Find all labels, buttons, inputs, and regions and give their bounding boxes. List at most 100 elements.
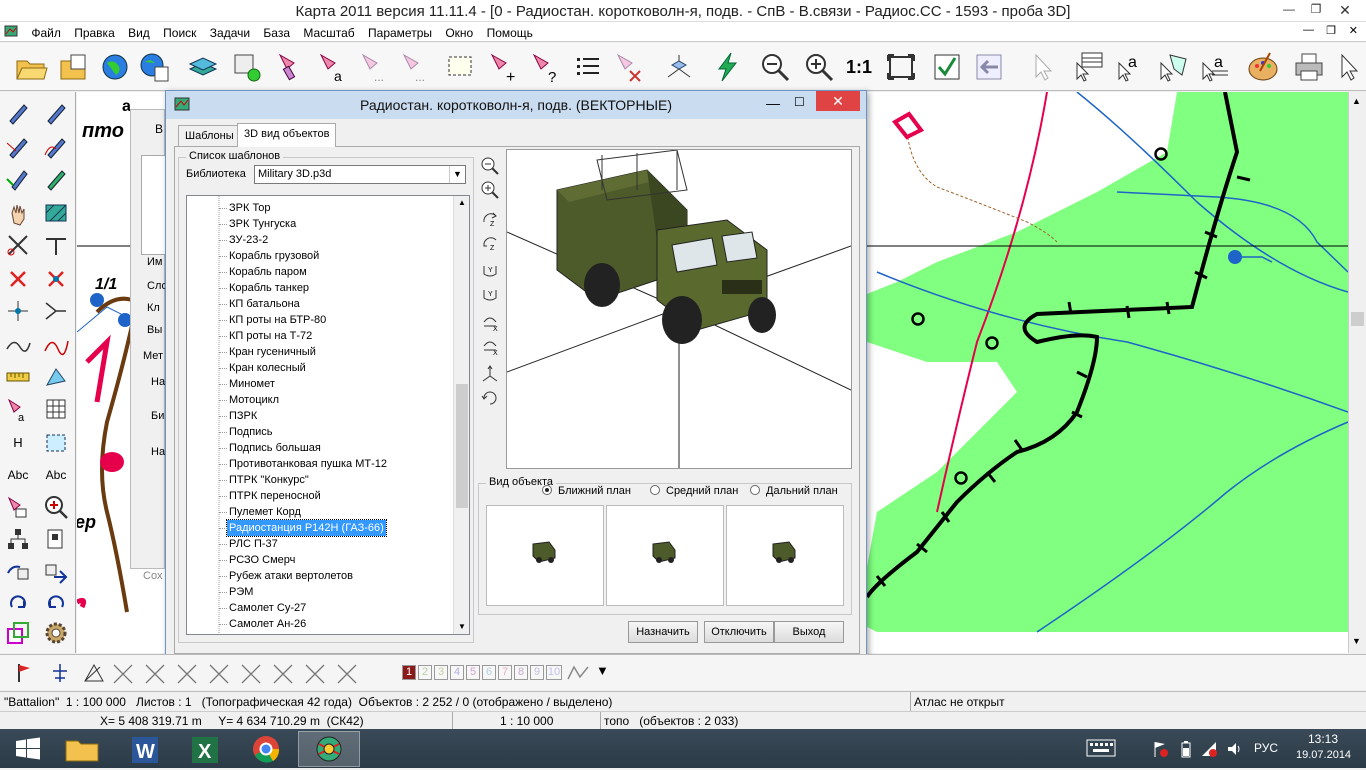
toolbar-more-icon[interactable] (1336, 49, 1364, 85)
list-item[interactable]: Пулемет Корд (227, 504, 303, 520)
pencil-alt-icon[interactable] (40, 98, 72, 128)
chrome-icon[interactable] (238, 731, 294, 767)
menu-database[interactable]: База (258, 23, 295, 40)
pencil-line-icon[interactable] (2, 132, 34, 162)
well-marker[interactable] (1228, 250, 1242, 264)
polygon-pointer-icon[interactable] (1156, 49, 1190, 85)
assign-button[interactable]: Назначить (628, 621, 698, 643)
list-item[interactable]: Самолет Ил-76 (227, 632, 309, 634)
flag-icon[interactable] (14, 661, 38, 688)
list-item[interactable]: ПЗРК (227, 408, 259, 424)
pointer-icon[interactable] (1024, 49, 1058, 85)
excel-icon[interactable]: X (178, 731, 234, 767)
print-icon[interactable] (1292, 49, 1326, 85)
menu-scale[interactable]: Масштаб (298, 23, 359, 40)
list-item[interactable]: РЭМ (227, 584, 255, 600)
reset-view-icon[interactable] (478, 387, 502, 409)
flag-tray-icon[interactable] (1152, 740, 1168, 761)
start-button[interactable] (0, 731, 56, 767)
list-scrollbar[interactable]: ▲ ▼ (453, 196, 469, 634)
language-indicator[interactable]: РУС (1254, 741, 1278, 755)
list-item[interactable]: Противотанковая пушка МТ-12 (227, 456, 389, 472)
radio-middle-plan-indicator[interactable] (650, 485, 660, 495)
radio-near-plan[interactable]: Ближний план (542, 485, 631, 497)
list-item[interactable]: КП роты на БТР-80 (227, 312, 328, 328)
select-text-tool-icon[interactable]: a (2, 394, 34, 424)
keyboard-icon[interactable] (1086, 739, 1116, 760)
list-item[interactable]: Подпись (227, 424, 275, 440)
list-item[interactable]: Корабль грузовой (227, 248, 321, 264)
child-minimize[interactable]: — (1303, 24, 1314, 36)
disabled-tool-icon[interactable] (174, 663, 200, 685)
maximize-button[interactable]: ❐ (1303, 2, 1329, 18)
rotate-y-left-icon[interactable]: Y (478, 259, 502, 281)
zoom-add-icon[interactable] (40, 492, 72, 522)
delete-point-icon[interactable] (40, 264, 72, 294)
rotate-z-right-icon[interactable]: Z (478, 231, 502, 253)
copy-frame-icon[interactable] (2, 618, 34, 648)
open-globe-icon[interactable] (98, 49, 132, 85)
pencil-icon[interactable] (2, 98, 34, 128)
ruler-icon[interactable] (2, 362, 34, 392)
redo-layers-icon[interactable] (40, 556, 72, 586)
list-item[interactable]: РСЗО Смерч (227, 552, 297, 568)
page-number[interactable]: 2 (418, 665, 432, 680)
list-item[interactable]: КП батальона (227, 296, 302, 312)
curve-edit-icon[interactable] (40, 330, 72, 360)
lightning-icon[interactable] (710, 49, 744, 85)
list-item[interactable]: Радиостанция Р142Н (ГАЗ-66) (226, 519, 387, 537)
library-select[interactable]: Military 3D.p3d ▼ (254, 165, 466, 184)
word-icon[interactable]: W (118, 731, 174, 767)
rotate-z-left-icon[interactable]: Z (478, 207, 502, 229)
zoom-out-icon[interactable] (758, 49, 792, 85)
list-item[interactable]: Мотоцикл (227, 392, 281, 408)
globe-doc-icon[interactable] (138, 49, 172, 85)
radio-near-plan-indicator[interactable] (542, 485, 552, 495)
select-text-icon[interactable]: a (315, 49, 349, 85)
menu-edit[interactable]: Правка (69, 23, 120, 40)
gear-icon[interactable] (40, 618, 72, 648)
rotate-y-right-icon[interactable]: Y (478, 283, 502, 305)
text-pointer-icon[interactable]: a (1114, 49, 1148, 85)
dialog-close-button[interactable]: ✕ (816, 91, 860, 111)
list-item[interactable]: РЛС П-37 (227, 536, 280, 552)
chevron-down-icon[interactable]: ▼ (449, 166, 465, 183)
deselect-icon[interactable] (612, 49, 646, 85)
undo-layers-icon[interactable] (2, 556, 34, 586)
rotate-x-right-icon[interactable]: X (478, 335, 502, 357)
hierarchy-icon[interactable] (2, 524, 34, 554)
radio-middle-plan[interactable]: Средний план (650, 485, 738, 497)
join-lines-icon[interactable] (40, 296, 72, 326)
page-number[interactable]: 6 (482, 665, 496, 680)
page-number[interactable]: 10 (546, 665, 562, 680)
menu-view[interactable]: Вид (123, 23, 155, 40)
list-item[interactable]: Корабль паром (227, 264, 309, 280)
menu-tasks[interactable]: Задачи (205, 23, 255, 40)
tab-3d-view[interactable]: 3D вид объектов (237, 123, 337, 147)
network-icon[interactable] (48, 661, 72, 688)
open-project-icon[interactable] (57, 49, 91, 85)
map-app-taskbar-button[interactable] (298, 731, 360, 767)
scroll-thumb[interactable] (1351, 312, 1364, 326)
map-vertical-scrollbar[interactable]: ▲ ▼ (1348, 92, 1366, 653)
page-number[interactable]: 7 (498, 665, 512, 680)
palette-icon[interactable] (1246, 49, 1280, 85)
query-select-icon[interactable]: ? (528, 49, 562, 86)
list-scroll-down-icon[interactable]: ▼ (458, 622, 466, 631)
close-button[interactable]: ✕ (1332, 2, 1358, 18)
template-list[interactable]: ЗРК Тор ЗРК Тунгуска ЗУ-23-2 Корабль грузов… (186, 195, 470, 635)
list-scroll-thumb[interactable] (456, 384, 468, 508)
list-item[interactable]: Кран гусеничный (227, 344, 318, 360)
frame-dots-icon[interactable] (40, 428, 72, 458)
smooth-line-icon[interactable] (2, 330, 34, 360)
child-restore[interactable]: ❐ (1326, 24, 1336, 37)
layer-settings-icon[interactable] (230, 49, 264, 85)
list-item[interactable]: КП роты на Т-72 (227, 328, 314, 344)
doc-copy-icon[interactable] (40, 524, 72, 554)
open-folder-icon[interactable] (14, 49, 48, 85)
disabled-tool-icon[interactable] (142, 663, 168, 685)
radio-far-plan-indicator[interactable] (750, 485, 760, 495)
clock-date[interactable]: 19.07.2014 (1296, 749, 1351, 761)
list-icon[interactable] (572, 49, 606, 85)
layers-icon[interactable] (186, 49, 220, 85)
